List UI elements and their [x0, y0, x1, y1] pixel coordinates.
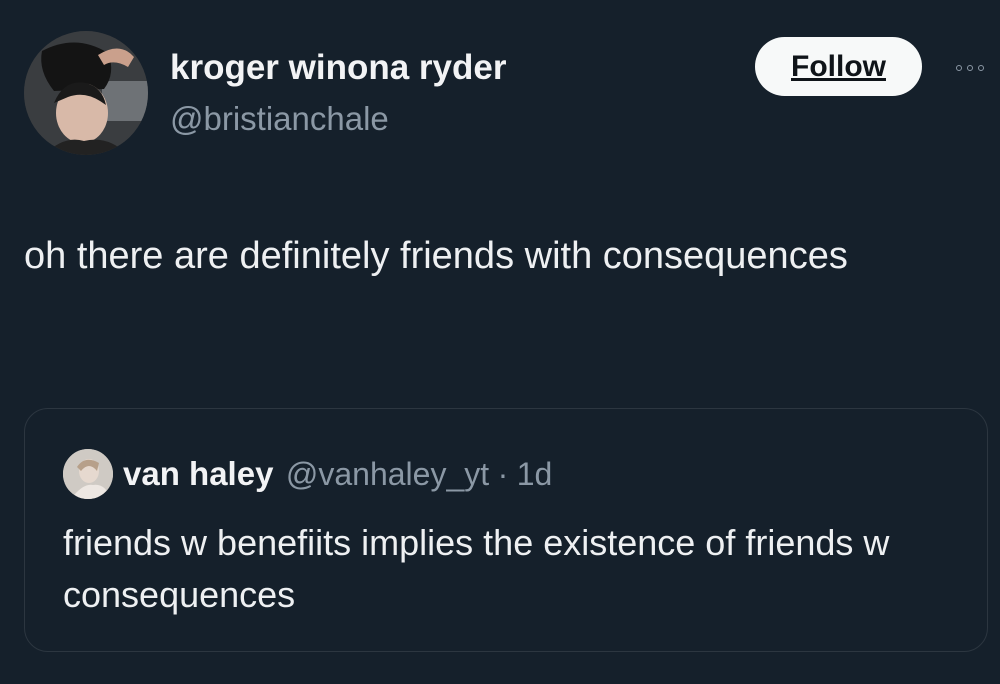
more-options-button[interactable]: [948, 56, 992, 80]
ellipsis-icon: [978, 65, 984, 71]
ellipsis-icon: [967, 65, 973, 71]
author-display-name[interactable]: kroger winona ryder: [170, 46, 506, 90]
quoted-tweet-card[interactable]: van haley @vanhaley_yt · 1d friends w be…: [24, 408, 988, 652]
profile-photo-icon: [24, 31, 148, 155]
author-avatar[interactable]: [24, 31, 148, 155]
follow-button[interactable]: Follow: [755, 37, 922, 96]
tweet-text: oh there are definitely friends with con…: [24, 235, 848, 277]
quoted-tweet-text: friends w benefiits implies the existenc…: [63, 522, 890, 615]
ellipsis-icon: [956, 65, 962, 71]
author-handle[interactable]: @bristianchale: [170, 98, 389, 140]
meta-separator: ·: [497, 456, 509, 492]
quoted-author-avatar[interactable]: [63, 449, 113, 499]
quoted-tweet-age[interactable]: 1d: [517, 456, 553, 492]
quoted-author-display-name[interactable]: van haley: [123, 455, 273, 492]
quoted-tweet-header: van haley @vanhaley_yt · 1d: [123, 453, 552, 502]
quoted-author-handle[interactable]: @vanhaley_yt: [286, 456, 489, 492]
profile-photo-icon: [63, 449, 113, 499]
